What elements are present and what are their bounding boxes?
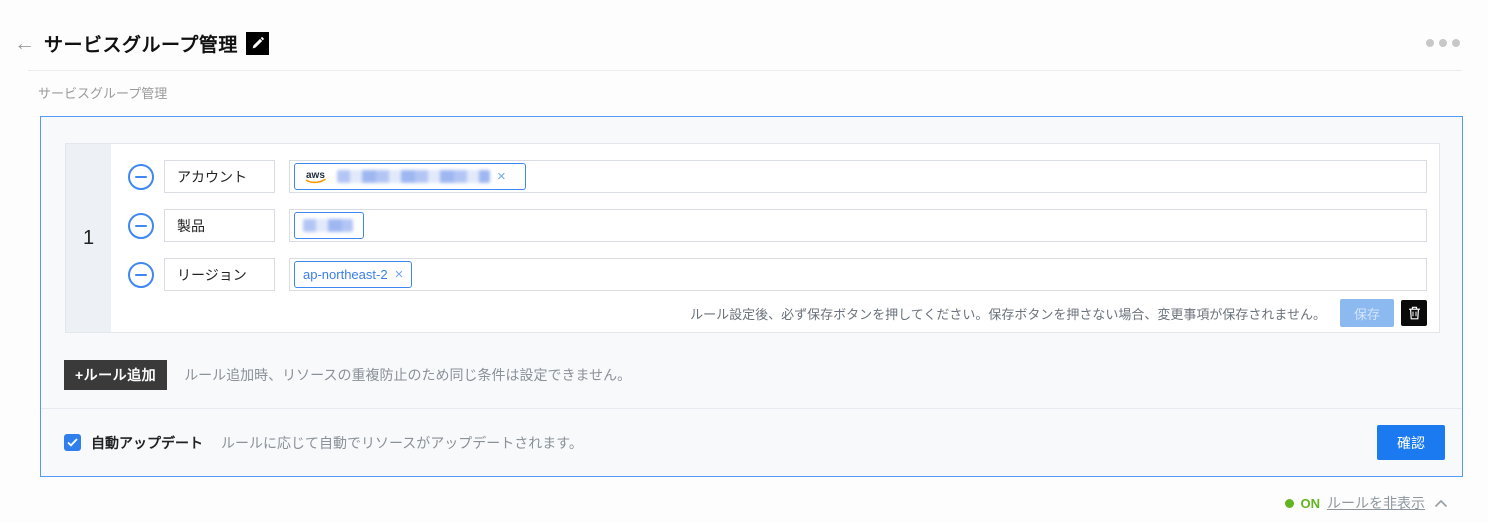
save-row: ルール設定後、必ず保存ボタンを押してください。保存ボタンを押さない場合、変更事項… bbox=[128, 299, 1427, 327]
product-input[interactable] bbox=[289, 209, 1427, 242]
remove-tag-icon[interactable]: × bbox=[395, 267, 404, 282]
region-input[interactable]: ap-northeast-2 × bbox=[289, 258, 1427, 291]
rule-row-account: アカウント aws × bbox=[128, 160, 1427, 193]
ellipsis-dot bbox=[1452, 39, 1460, 47]
edit-title-button[interactable] bbox=[246, 32, 269, 55]
trash-icon bbox=[1408, 306, 1421, 320]
confirm-button[interactable]: 確認 bbox=[1377, 425, 1445, 460]
more-options-button[interactable] bbox=[1424, 35, 1462, 51]
save-button[interactable]: 保存 bbox=[1340, 299, 1394, 327]
minus-icon bbox=[135, 274, 147, 276]
back-arrow-icon[interactable]: ← bbox=[14, 33, 35, 54]
auto-update-checkbox[interactable] bbox=[64, 434, 81, 451]
rule-row-region: リージョン ap-northeast-2 × bbox=[128, 258, 1427, 291]
header: ← サービスグループ管理 bbox=[14, 29, 1462, 57]
ellipsis-dot bbox=[1439, 39, 1447, 47]
remove-condition-button[interactable] bbox=[128, 213, 154, 239]
status-dot-icon bbox=[1285, 499, 1294, 508]
condition-label-account: アカウント bbox=[164, 160, 275, 193]
check-icon bbox=[67, 438, 78, 447]
minus-icon bbox=[135, 225, 147, 227]
remove-condition-button[interactable] bbox=[128, 164, 154, 190]
panel-footer: 自動アップデート ルールに応じて自動でリソースがアップデートされます。 確認 bbox=[41, 408, 1462, 476]
chevron-up-icon[interactable] bbox=[1434, 499, 1448, 508]
svg-text:aws: aws bbox=[306, 170, 325, 181]
add-rule-note: ルール追加時、リソースの重複防止のため同じ条件は設定できません。 bbox=[184, 365, 631, 385]
ellipsis-dot bbox=[1426, 39, 1434, 47]
add-rule-row: +ルール追加 ルール追加時、リソースの重複防止のため同じ条件は設定できません。 bbox=[64, 360, 631, 390]
rule-card: 1 アカウント aws × bbox=[65, 143, 1440, 333]
rule-rows: アカウント aws × 製品 bbox=[111, 144, 1439, 332]
save-notice: ルール設定後、必ず保存ボタンを押してください。保存ボタンを押さない場合、変更事項… bbox=[690, 304, 1326, 323]
rule-number: 1 bbox=[66, 144, 111, 332]
pencil-icon bbox=[251, 37, 264, 50]
aws-logo-icon: aws bbox=[303, 168, 330, 185]
region-tag: ap-northeast-2 × bbox=[294, 261, 412, 288]
remove-tag-icon[interactable]: × bbox=[497, 169, 506, 184]
auto-update-description: ルールに応じて自動でリソースがアップデートされます。 bbox=[221, 433, 583, 453]
auto-update-label: 自動アップデート bbox=[91, 433, 203, 453]
condition-label-product: 製品 bbox=[164, 209, 275, 242]
subtitle: サービスグループ管理 bbox=[38, 83, 167, 102]
region-tag-value: ap-northeast-2 bbox=[303, 267, 388, 282]
account-input[interactable]: aws × bbox=[289, 160, 1427, 193]
status-on-label: ON bbox=[1301, 496, 1321, 511]
redacted-account-name bbox=[337, 170, 490, 183]
minus-icon bbox=[135, 176, 147, 178]
status-bar: ON ルールを非表示 bbox=[1285, 493, 1449, 513]
page-title: サービスグループ管理 bbox=[44, 30, 238, 57]
condition-label-region: リージョン bbox=[164, 258, 275, 291]
header-divider bbox=[28, 70, 1462, 71]
add-rule-button[interactable]: +ルール追加 bbox=[64, 360, 167, 390]
hide-rules-link[interactable]: ルールを非表示 bbox=[1327, 493, 1425, 513]
delete-rule-button[interactable] bbox=[1401, 300, 1427, 326]
product-tag bbox=[294, 212, 364, 239]
redacted-product-name bbox=[303, 219, 353, 232]
remove-condition-button[interactable] bbox=[128, 262, 154, 288]
rule-row-product: 製品 bbox=[128, 209, 1427, 242]
rules-panel: 1 アカウント aws × bbox=[40, 116, 1463, 477]
account-tag: aws × bbox=[294, 163, 526, 190]
